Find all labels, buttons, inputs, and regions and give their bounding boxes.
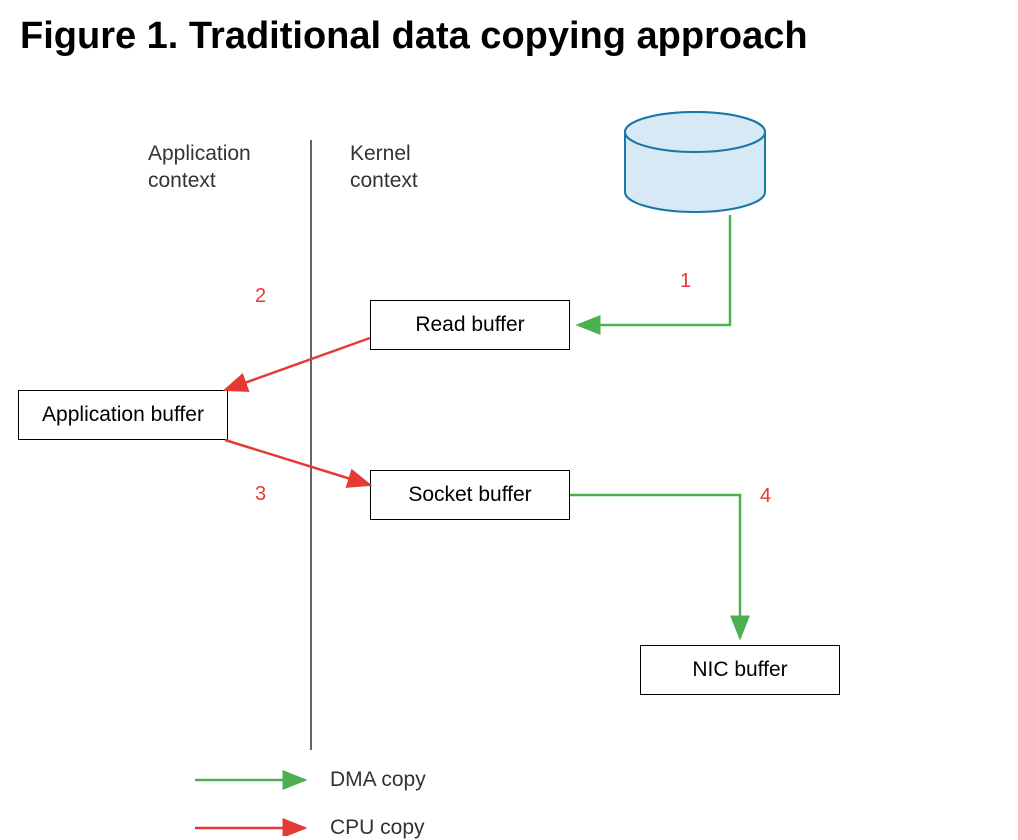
step-3-label: 3 <box>255 483 266 506</box>
read-buffer-box: Read buffer <box>370 300 570 350</box>
context-divider <box>310 140 312 750</box>
diagram-container: Application context Kernel context Read … <box>0 90 1018 836</box>
figure-title: Figure 1. Traditional data copying appro… <box>20 15 808 58</box>
step-1-label: 1 <box>680 270 691 293</box>
legend-dma-label: DMA copy <box>330 768 426 792</box>
application-buffer-box: Application buffer <box>18 390 228 440</box>
step-4-label: 4 <box>760 485 771 508</box>
socket-buffer-box: Socket buffer <box>370 470 570 520</box>
arrows-overlay <box>0 90 1018 836</box>
nic-buffer-box: NIC buffer <box>640 645 840 695</box>
kernel-context-label: Kernel context <box>350 140 418 195</box>
step-2-label: 2 <box>255 285 266 308</box>
application-context-label: Application context <box>148 140 251 195</box>
disk-icon <box>620 110 770 225</box>
legend-cpu-label: CPU copy <box>330 816 425 840</box>
